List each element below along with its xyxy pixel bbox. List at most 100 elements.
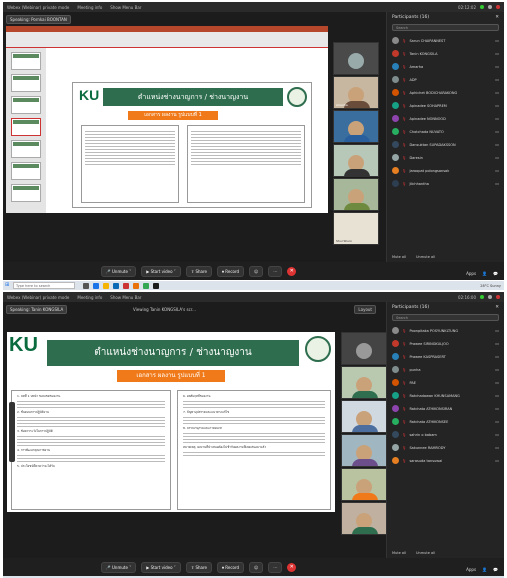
show-menu-bar-tab[interactable]: Show Menu Bar	[110, 295, 141, 300]
task-view-icon[interactable]	[83, 282, 89, 289]
participants-icon[interactable]: 👤	[482, 271, 487, 276]
participant-row[interactable]: 🎙 PAE ▭	[387, 376, 504, 389]
video-tile[interactable]	[333, 110, 379, 143]
meeting-info-tab[interactable]: Meeting info	[77, 5, 102, 10]
close-panel-icon[interactable]: ✕	[495, 15, 499, 20]
camera-off-icon: ▭	[495, 77, 499, 82]
file-explorer-icon[interactable]	[103, 282, 109, 289]
camera-off-icon: ▭	[495, 38, 499, 43]
app-icon[interactable]	[133, 282, 139, 289]
video-tile[interactable]	[333, 42, 379, 75]
more-options-button[interactable]: ⋯	[268, 561, 283, 573]
unmute-button[interactable]: 🎤 Unmute ˅	[100, 561, 137, 573]
camera-off-icon: ▭	[495, 129, 499, 134]
share-button[interactable]: ⇪ Share	[185, 561, 212, 573]
video-tile[interactable]: Shui Shuin	[333, 212, 379, 245]
unmute-button[interactable]: 🎤 Unmute ˅	[100, 265, 137, 277]
taskbar-search[interactable]: Type here to search	[13, 282, 75, 289]
chrome-icon[interactable]	[143, 282, 149, 289]
participant-row[interactable]: 🎙 Apinadee NONNOOD ▭	[387, 112, 504, 125]
mute-all-button[interactable]: Mute all	[392, 255, 406, 259]
chat-icon[interactable]: 💬	[493, 567, 498, 572]
record-button[interactable]: ⏺ Record	[216, 265, 245, 277]
apps-area: Apps 👤 💬	[466, 271, 498, 276]
participant-list: 🎙 Poonpitaka POSYUNKLTUNG ▭ 🎙 Prawee SIRINGK…	[387, 324, 504, 467]
participant-row[interactable]: 🎙 Amarha ▭	[387, 60, 504, 73]
end-call-button[interactable]: ✕	[287, 562, 297, 572]
reactions-button[interactable]: ☺	[249, 265, 264, 277]
participant-row[interactable]: 🎙 Ratchata ATHIKONSEE ▭	[387, 415, 504, 428]
participant-row[interactable]: 🎙 sahrin o babam ▭	[387, 428, 504, 441]
muted-mic-icon: 🎙	[402, 181, 407, 186]
layout-button[interactable]: Layout	[354, 305, 376, 314]
participant-search[interactable]: Search	[392, 24, 499, 31]
end-call-button[interactable]: ✕	[287, 266, 297, 276]
mute-all-button[interactable]: Mute all	[392, 551, 406, 555]
reactions-button[interactable]: ☺	[249, 561, 264, 573]
powerpoint-icon[interactable]	[123, 282, 129, 289]
avatar	[392, 405, 399, 412]
video-tile[interactable]	[341, 434, 387, 467]
video-tile[interactable]	[341, 468, 387, 501]
apps-button[interactable]: Apps	[466, 271, 476, 276]
minimize-icon[interactable]	[488, 5, 492, 9]
participant-row[interactable]: 🎙 punha ▭	[387, 363, 504, 376]
participant-row[interactable]: 🎙 Jilchhantha ▭	[387, 177, 504, 190]
webex-icon[interactable]	[153, 282, 159, 289]
slide-thumbnails[interactable]	[6, 48, 46, 213]
video-tile[interactable]: Amarha	[333, 76, 379, 109]
participant-row[interactable]: 🎙 Sarun CHAIPANNEST ▭	[387, 34, 504, 47]
participant-row[interactable]: 🎙 Daresin ▭	[387, 151, 504, 164]
unmute-all-button[interactable]: Unmute all	[416, 255, 435, 259]
start-video-button[interactable]: ▶ Start video ˅	[141, 265, 181, 277]
participant-row[interactable]: 🎙 Apinadee SOHAPREM ▭	[387, 99, 504, 112]
mail-icon[interactable]	[113, 282, 119, 289]
participant-search[interactable]: Search	[392, 314, 499, 321]
participants-header: Participants (16) ✕	[392, 15, 499, 20]
participant-row[interactable]: 🎙 Jaroopat polongsansak ▭	[387, 164, 504, 177]
video-tile[interactable]	[333, 144, 379, 177]
close-icon[interactable]	[496, 295, 500, 299]
participant-name: Prawee SIRINGKULJOO	[409, 341, 449, 346]
system-tray: 28°C Sunny	[480, 284, 504, 288]
weather-status: 28°C Sunny	[480, 283, 501, 288]
participant-row[interactable]: 🎙 Ratchata ATHIKONSIRAN ▭	[387, 402, 504, 415]
minimize-icon[interactable]	[488, 295, 492, 299]
participant-row[interactable]: 🎙 Sakunnee RAMRODY ▭	[387, 441, 504, 454]
video-tile[interactable]	[333, 178, 379, 211]
video-tile[interactable]	[341, 332, 387, 365]
start-video-button[interactable]: ▶ Start video ˅	[141, 561, 181, 573]
edge-icon[interactable]	[93, 282, 99, 289]
meeting-info-tab[interactable]: Meeting info	[77, 295, 102, 300]
windows-start-icon[interactable]: ⊞	[5, 282, 13, 289]
unmute-all-button[interactable]: Unmute all	[416, 551, 435, 555]
participants-icon[interactable]: 👤	[482, 567, 487, 572]
record-button[interactable]: ⏺ Record	[216, 561, 245, 573]
participant-row[interactable]: 🎙 Ratchadawan KHUNSAMANG ▭	[387, 389, 504, 402]
participant-row[interactable]: 🎙 Poonpitaka POSYUNKLTUNG ▭	[387, 324, 504, 337]
participant-row[interactable]: 🎙 Aphichet BODICHARAKONG ▭	[387, 86, 504, 99]
show-menu-bar-tab[interactable]: Show Menu Bar	[110, 5, 141, 10]
participant-row[interactable]: 🎙 ADP ▭	[387, 73, 504, 86]
participant-row[interactable]: 🎙 sarasuda tansuwai ▭	[387, 454, 504, 467]
shared-powerpoint: KU ตำแหน่งช่างนาญการ / ช่างนาญงาน เอกสาร…	[6, 26, 328, 213]
annotation-toolbar[interactable]	[9, 402, 15, 462]
participant-row[interactable]: 🎙 Prawee SIRINGKULJOO ▭	[387, 337, 504, 350]
apps-button[interactable]: Apps	[466, 567, 476, 572]
muted-mic-icon: 🎙	[402, 64, 407, 69]
close-panel-icon[interactable]: ✕	[495, 305, 499, 310]
participant-row[interactable]: 🎙 Tanin KONGSILA ▭	[387, 47, 504, 60]
more-options-button[interactable]: ⋯	[268, 265, 283, 277]
participant-row[interactable]: 🎙 Chotchada NUVATO ▭	[387, 125, 504, 138]
video-tile[interactable]	[341, 366, 387, 399]
video-tile[interactable]	[341, 400, 387, 433]
slide-title: ตำแหน่งช่างนาญการ / ช่างนาญงาน	[47, 340, 299, 366]
camera-off-icon: ▭	[495, 116, 499, 121]
share-button[interactable]: ⇪ Share	[185, 265, 212, 277]
connection-icon	[480, 5, 484, 9]
chat-icon[interactable]: 💬	[493, 271, 498, 276]
close-icon[interactable]	[496, 5, 500, 9]
participant-row[interactable]: 🎙 Prawee KASPRASERT ▭	[387, 350, 504, 363]
participant-row[interactable]: 🎙 Dansuktan SUPADAKSSON ▭	[387, 138, 504, 151]
video-tile[interactable]	[341, 502, 387, 535]
